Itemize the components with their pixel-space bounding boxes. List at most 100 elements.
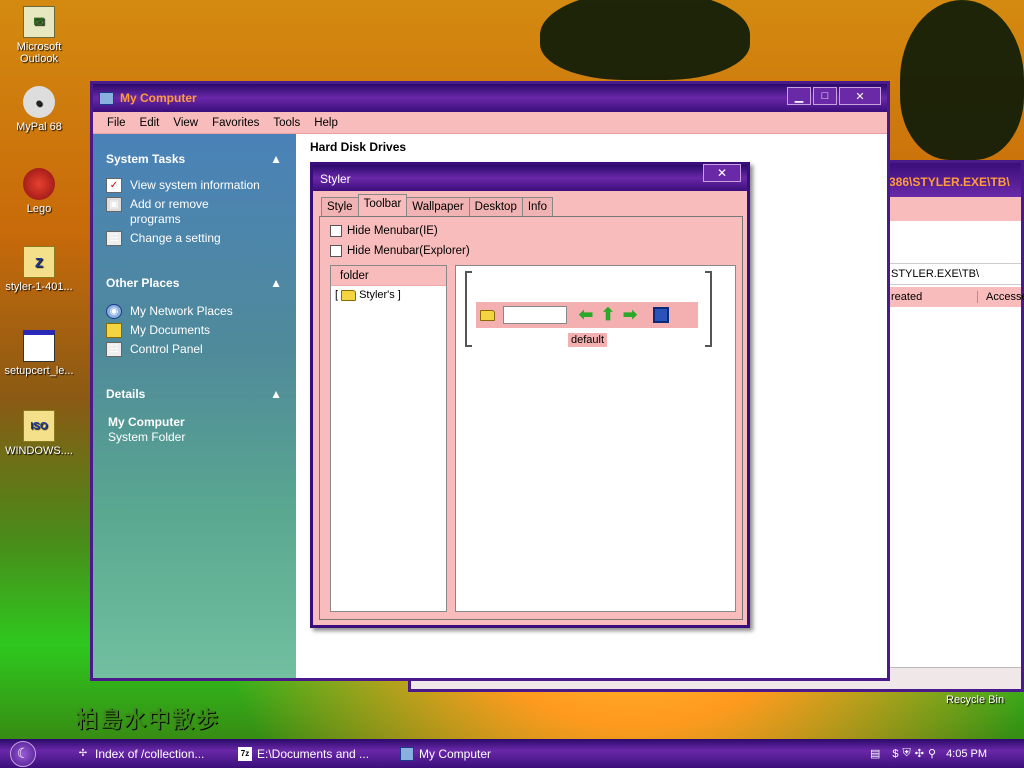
taskbar-item-ie[interactable]: ✢ Index of /collection... [68, 743, 226, 765]
desktop-icon-label: WINDOWS.... [5, 445, 73, 457]
desktop-icon-windows-iso[interactable]: ISO WINDOWS.... [2, 410, 76, 457]
place-label: My Documents [130, 323, 211, 337]
zip-file-icon: Z [23, 246, 55, 278]
checkbox-box[interactable] [330, 225, 342, 237]
checkbox-box[interactable] [330, 245, 342, 257]
close-icon: ✕ [716, 166, 728, 180]
styler-close-button[interactable]: ✕ [703, 164, 741, 182]
desktop-icon-mypal[interactable]: ● MyPal 68 [2, 86, 76, 133]
start-button[interactable]: ☾ [0, 739, 46, 768]
preview-address-field[interactable] [503, 306, 567, 324]
taskbar: ☾ ✢ Index of /collection... 7z E:\Docume… [0, 739, 1024, 768]
desktop-icon-styler-zip[interactable]: Z styler-1-401... [2, 246, 76, 293]
styler-titlebar[interactable]: Styler [313, 165, 747, 191]
desktop-watermark: 柏島水中散歩 [76, 707, 221, 732]
taskbar-item-7zip[interactable]: 7z E:\Documents and ... [230, 743, 388, 765]
styler-title: Styler [320, 172, 351, 186]
collapse-icon[interactable]: ▲ [270, 387, 282, 401]
menu-view[interactable]: View [173, 117, 198, 129]
menu-file[interactable]: File [107, 117, 126, 129]
taskbar-item-label: Index of /collection... [95, 746, 205, 761]
shield-tray-icon[interactable]: ⛨ [903, 747, 911, 760]
menu-help[interactable]: Help [314, 117, 338, 129]
hide-menubar-ie-checkbox[interactable]: Hide Menubar(IE) [330, 225, 438, 237]
task-pane: System Tasks ▲ ✓ View system information… [93, 134, 296, 678]
search-tray-icon[interactable]: ⚲ [928, 747, 936, 760]
window-title: My Computer [120, 91, 197, 105]
task-label: Add or remove programs [130, 197, 209, 226]
menu-favorites[interactable]: Favorites [212, 117, 259, 129]
save-icon[interactable] [653, 307, 669, 323]
desktop-icon-outlook[interactable]: ✉ Microsoft Outlook [2, 6, 76, 65]
documents-folder-icon [106, 323, 122, 338]
details-heading: Details [106, 387, 146, 401]
column-accessed[interactable]: Accesse [977, 291, 1024, 303]
task-label: View system information [130, 178, 260, 192]
place-my-network-places[interactable]: ◉ My Network Places [93, 302, 296, 321]
minimize-button[interactable]: ▁ [787, 87, 811, 105]
task-view-system-info[interactable]: ✓ View system information [93, 176, 296, 195]
desktop-icon-label: Microsoft Outlook [16, 41, 62, 65]
palm-tree-silhouette-right [900, 0, 1024, 160]
desktop-icon-lego[interactable]: Lego [2, 168, 76, 215]
place-label: Control Panel [130, 342, 203, 356]
tab-strip: Style Toolbar Wallpaper Desktop Info [321, 194, 554, 216]
close-button[interactable]: ✕ [839, 87, 881, 105]
collapse-icon[interactable]: ▲ [270, 276, 282, 290]
styler-dialog[interactable]: Styler ✕ Style Toolbar Wallpaper Desktop… [310, 162, 750, 628]
tab-wallpaper[interactable]: Wallpaper [406, 197, 470, 216]
task-change-setting[interactable]: ☷ Change a setting [93, 229, 296, 248]
dollar-tray-icon[interactable]: $ [892, 748, 898, 760]
window-file-icon [23, 330, 55, 362]
minimize-icon: ▁ [794, 90, 804, 103]
column-created[interactable]: reated [891, 291, 922, 303]
taskbar-item-my-computer[interactable]: My Computer [392, 743, 550, 765]
place-control-panel[interactable]: ☷ Control Panel [93, 340, 296, 359]
desktop-icon-label: Lego [26, 203, 52, 215]
task-label: Change a setting [130, 231, 221, 245]
maximize-button[interactable]: □ [813, 87, 837, 105]
folder-tree-header: folder [331, 266, 446, 286]
forward-arrow-icon[interactable]: ➡ [619, 305, 641, 325]
control-panel-icon: ☷ [106, 231, 122, 246]
tab-toolbar[interactable]: Toolbar [357, 194, 408, 216]
tree-node-stylers[interactable]: [ Styler's ] [335, 289, 446, 301]
menu-tools[interactable]: Tools [273, 117, 300, 129]
details-name: My Computer [108, 415, 185, 429]
hide-menubar-explorer-checkbox[interactable]: Hide Menubar(Explorer) [330, 245, 470, 257]
desktop-icon-setupcert[interactable]: setupcert_le... [2, 330, 76, 377]
tab-style[interactable]: Style [321, 197, 359, 216]
place-my-documents[interactable]: My Documents [93, 321, 296, 340]
system-tray: ▤ $ ⛨ ✣ ⚲ 4:05 PM [860, 739, 1024, 768]
open-folder-icon[interactable] [480, 309, 495, 321]
other-places-header[interactable]: Other Places ▲ [93, 274, 296, 292]
task-add-remove-programs[interactable]: ▣ Add or remove programs [93, 195, 253, 229]
system-info-icon: ✓ [106, 178, 122, 193]
system-tasks-header[interactable]: System Tasks ▲ [93, 150, 296, 168]
start-orb-icon: ☾ [10, 740, 36, 767]
outlook-icon: ✉ [23, 6, 55, 38]
toolbar-tab-panel: Hide Menubar(IE) Hide Menubar(Explorer) … [319, 216, 743, 620]
clock[interactable]: 4:05 PM [946, 748, 987, 760]
collapse-icon[interactable]: ▲ [270, 152, 282, 166]
menu-bar: File Edit View Favorites Tools Help [93, 112, 887, 134]
toolbar-preview[interactable]: ⬅ ⬆ ➡ default [455, 265, 736, 612]
recycle-bin-label[interactable]: Recycle Bin [946, 694, 1004, 706]
tree-node-label: Styler's [359, 289, 395, 301]
network-tray-icon[interactable]: ✣ [915, 747, 924, 760]
up-arrow-icon[interactable]: ⬆ [597, 305, 619, 325]
folder-tree[interactable]: folder [ Styler's ] [330, 265, 447, 612]
my-computer-titlebar[interactable]: My Computer ▁ □ ✕ [93, 84, 887, 112]
details-header[interactable]: Details ▲ [93, 385, 296, 403]
iso-file-icon: ISO [23, 410, 55, 442]
back-arrow-icon[interactable]: ⬅ [575, 305, 597, 325]
tab-desktop[interactable]: Desktop [468, 197, 523, 216]
system-tasks-heading: System Tasks [106, 152, 186, 166]
tab-info[interactable]: Info [521, 197, 554, 216]
hard-disk-drives-heading: Hard Disk Drives [310, 140, 407, 154]
close-icon: ✕ [855, 90, 865, 103]
desktop-icon-label: styler-1-401... [5, 281, 73, 293]
control-panel-icon: ☷ [106, 342, 122, 357]
keyboard-tray-icon[interactable]: ▤ [870, 747, 880, 760]
menu-edit[interactable]: Edit [140, 117, 160, 129]
